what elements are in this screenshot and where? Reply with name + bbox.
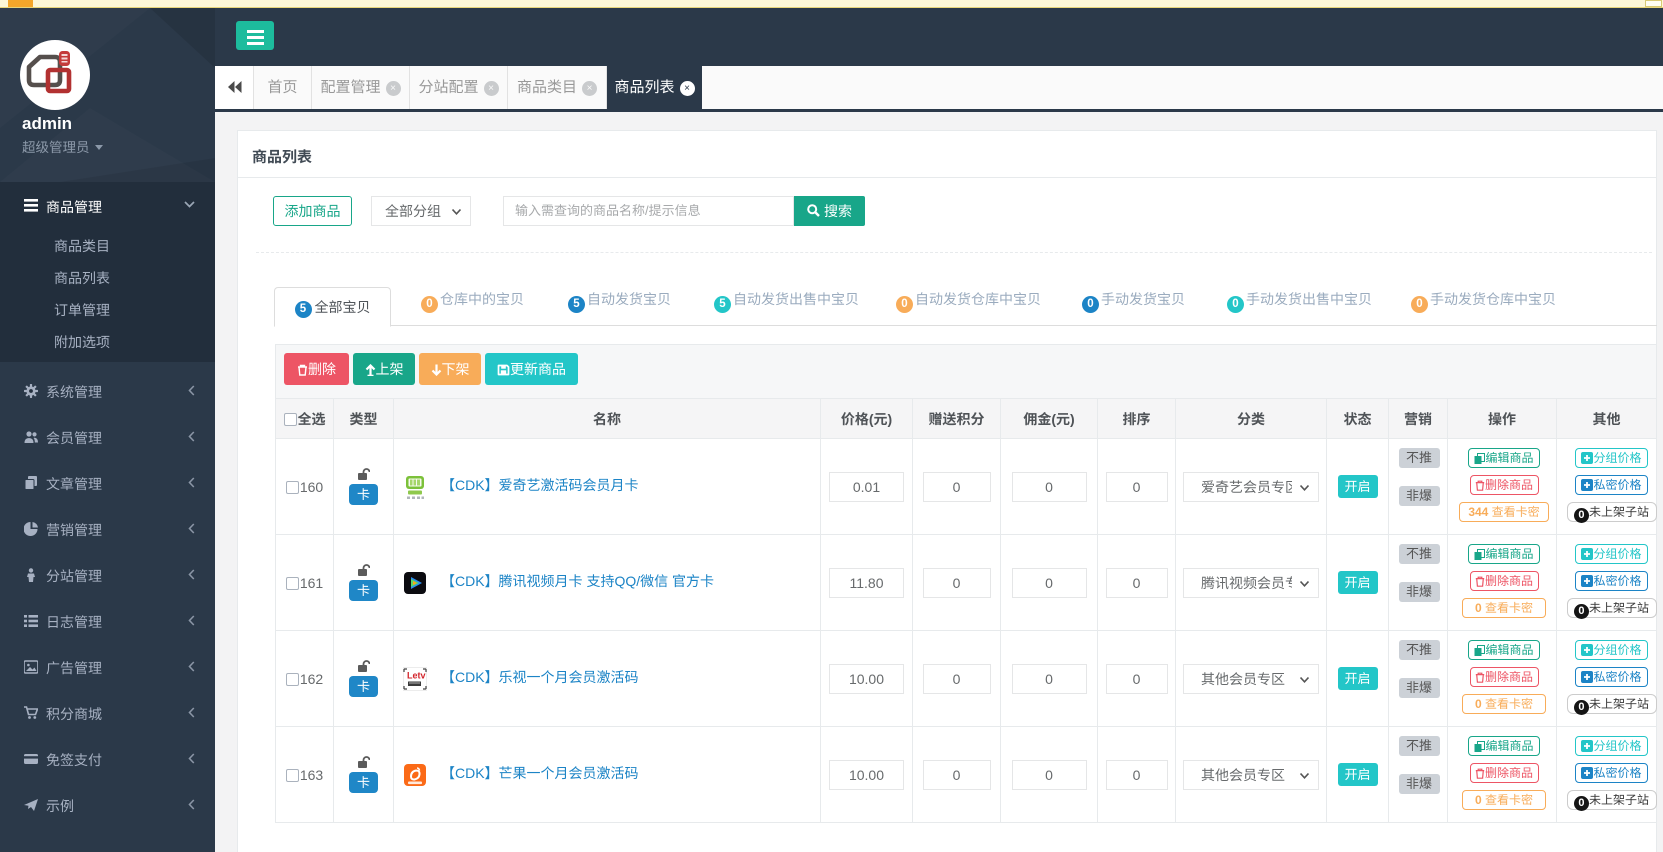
svg-text:Letv: Letv [407, 670, 426, 680]
